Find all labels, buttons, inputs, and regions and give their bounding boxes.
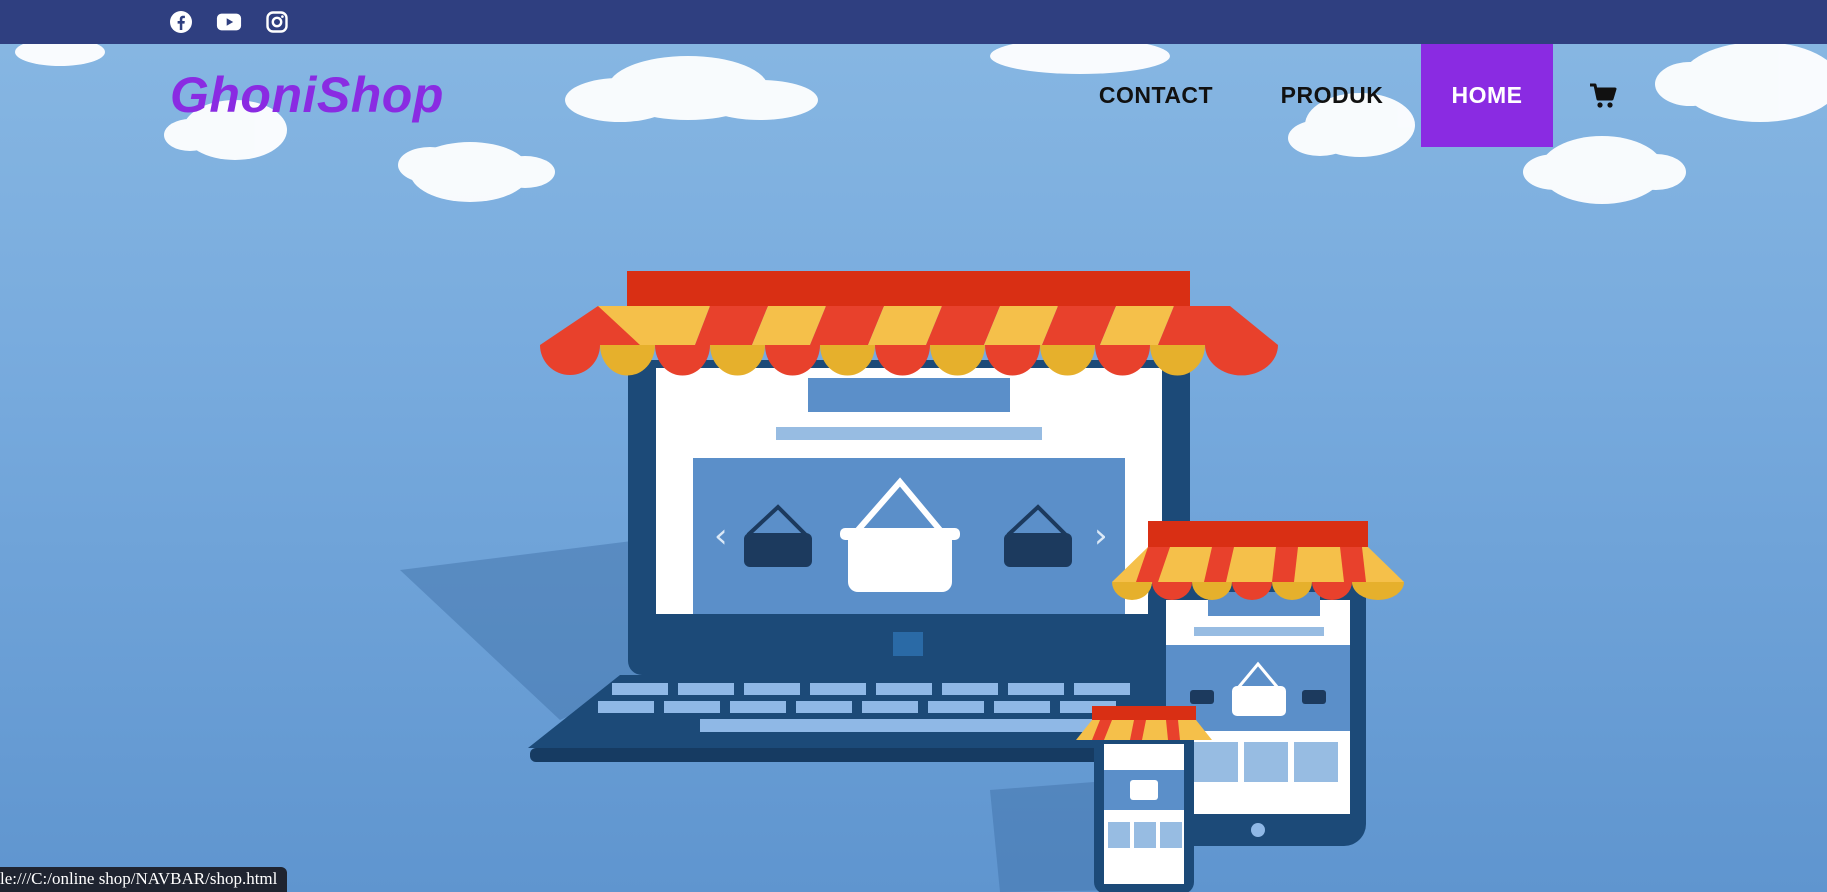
nav-produk[interactable]: PRODUK [1262,44,1402,147]
browser-status-url: le:///C:/online shop/NAVBAR/shop.html [0,867,288,892]
nav-home[interactable]: HOME [1421,44,1553,147]
nav-contact[interactable]: CONTACT [1086,44,1226,147]
social-topbar [0,0,1827,44]
svg-text:‹: ‹ [714,516,728,556]
svg-text:›: › [1094,516,1108,556]
online-shop-illustration: ‹ › [15,44,1827,892]
cart-icon[interactable] [1578,44,1628,147]
instagram-icon[interactable] [264,9,290,35]
facebook-icon[interactable] [168,9,194,35]
youtube-icon[interactable] [216,9,242,35]
hero-banner: ‹ › [0,44,1827,892]
main-navbar: GhoniShop CONTACT PRODUK HOME [0,44,1827,147]
awning-stripes [540,306,1278,345]
brand-logo[interactable]: GhoniShop [170,66,444,124]
